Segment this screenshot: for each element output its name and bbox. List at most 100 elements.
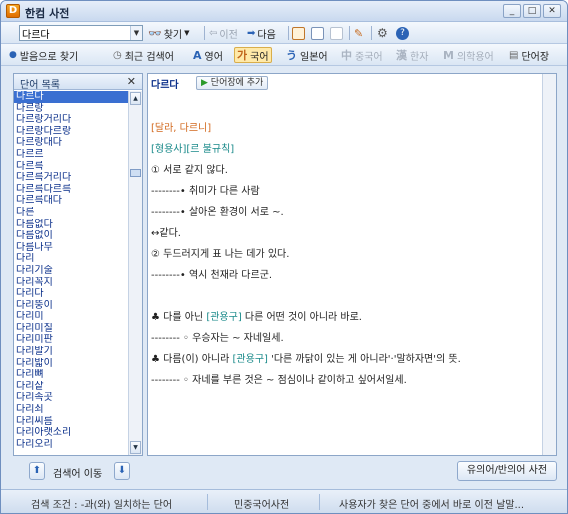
word-list-scrollbar[interactable]: ▲ ▼ — [128, 91, 142, 455]
word-list-item[interactable]: 다리미판 — [14, 334, 128, 346]
tab-label: 일본어 — [300, 51, 328, 63]
scroll-thumb[interactable] — [130, 169, 141, 177]
move-down-button[interactable]: ⬇ — [114, 462, 130, 480]
tab-label: 발음으로 찾기 — [19, 51, 79, 63]
entry-part-of-speech: [형용사][르 불규칙] — [151, 144, 235, 155]
word-list-item[interactable]: 다리씨름 — [14, 416, 128, 428]
word-list-item[interactable]: 다르다 — [14, 91, 128, 103]
tab-hanja[interactable]: 漢 한자 — [394, 47, 430, 63]
arrow-right-icon: ➡ — [247, 27, 256, 39]
word-list-item[interactable]: 다르랑 — [14, 103, 128, 115]
word-list-item[interactable]: 다리미질 — [14, 323, 128, 335]
word-list-item[interactable]: 다리밟이 — [14, 358, 128, 370]
word-list-item[interactable]: 다리쇠 — [14, 404, 128, 416]
hanja-icon: 漢 — [396, 49, 407, 62]
play-icon: ▶ — [201, 78, 208, 88]
chevron-down-icon[interactable]: ▼ — [130, 26, 142, 40]
word-list-item[interactable]: 다르랑거리다 — [14, 114, 128, 126]
word-list-item[interactable]: 다리뼈 — [14, 369, 128, 381]
tab-label: 영어 — [204, 51, 223, 63]
layout-button[interactable] — [292, 26, 305, 40]
next-button[interactable]: ➡ 다음 — [247, 26, 276, 41]
synonym-antonym-button[interactable]: 유의어/반의어 사전 — [457, 461, 557, 481]
tab-medical[interactable]: M 의학용어 — [441, 47, 496, 63]
word-list-item[interactable]: 다리오리 — [14, 439, 128, 451]
tab-vocabulary[interactable]: ▤ 단어장 — [507, 47, 551, 63]
word-list-item[interactable]: 다리 — [14, 253, 128, 265]
word-list-title: 단어 목록 — [20, 80, 60, 91]
split-view-button[interactable] — [311, 26, 324, 40]
prev-button[interactable]: ⇦ 이전 — [209, 26, 238, 41]
example-line: --------• 역시 천재라 다르군. — [151, 270, 273, 281]
clock-icon: ◷ — [113, 49, 122, 61]
tab-english[interactable]: A 영어 — [191, 47, 225, 63]
move-up-button[interactable]: ⬆ — [29, 462, 45, 480]
search-button-label: 찾기 — [163, 29, 183, 41]
chinese-icon: 中 — [341, 49, 352, 62]
word-list-item[interactable]: 다리뚱이 — [14, 300, 128, 312]
word-list-item[interactable]: 다르랑대다 — [14, 137, 128, 149]
word-list-item[interactable]: 다름없다 — [14, 219, 128, 231]
word-list-item[interactable]: 다르륵 — [14, 161, 128, 173]
definition-scrollbar[interactable] — [542, 74, 556, 455]
add-to-vocabulary-button[interactable]: ▶ 단어장에 추가 — [196, 76, 269, 90]
close-button[interactable]: ✕ — [543, 4, 561, 18]
scroll-up-icon[interactable]: ▲ — [130, 92, 141, 105]
arrow-down-icon: ⬇ — [117, 465, 127, 476]
split-view-icon — [311, 26, 324, 40]
vocabulary-icon: ▤ — [509, 49, 519, 61]
word-list-panel: 단어 목록 ✕ 다르다 다르랑 다르랑거리다 다르랑다르랑 다르랑대다 다르르 다르륵 다르륵… — [13, 73, 143, 456]
tab-chinese[interactable]: 中 중국어 — [339, 47, 385, 63]
help-button[interactable]: ? — [396, 26, 409, 40]
prev-button-label: 이전 — [219, 29, 238, 41]
tab-japanese[interactable]: う 일본어 — [284, 47, 330, 63]
scroll-down-icon[interactable]: ▼ — [130, 441, 141, 454]
korean-icon: 가 — [237, 49, 248, 62]
word-list-item[interactable]: 다름없이 — [14, 230, 128, 242]
word-list-item[interactable]: 다리꼭지 — [14, 277, 128, 289]
search-combobox[interactable]: ▼ — [19, 25, 143, 41]
word-list-item[interactable]: 다리기술 — [14, 265, 128, 277]
search-input[interactable] — [20, 26, 130, 40]
toolbar-divider — [371, 26, 372, 40]
pin-button[interactable]: ✎ — [354, 26, 363, 40]
chevron-down-icon[interactable]: ▼ — [184, 29, 189, 37]
word-list-item[interactable]: 다르륵다르륵 — [14, 184, 128, 196]
tab-pronunciation-search[interactable]: ● 발음으로 찾기 — [7, 47, 80, 63]
word-list-item[interactable]: 다르륵대다 — [14, 195, 128, 207]
maximize-button[interactable]: □ — [523, 4, 541, 18]
idiom-line: ♣ 다를 아닌 [관용구] 다른 어떤 것이 아니라 바로. — [151, 312, 362, 323]
word-list-item[interactable]: 다리다 — [14, 288, 128, 300]
word-list-item[interactable]: 다리샅 — [14, 381, 128, 393]
help-icon: ? — [396, 26, 409, 40]
settings-button[interactable]: ⚙ — [377, 26, 388, 40]
status-divider — [207, 494, 208, 510]
close-icon[interactable]: ✕ — [127, 75, 136, 88]
arrow-left-icon: ⇦ — [209, 27, 218, 39]
search-button[interactable]: 👓 찾기 ▼ — [148, 26, 190, 41]
word-list-item[interactable]: 다리속곳 — [14, 392, 128, 404]
word-list-item[interactable]: 다리미 — [14, 311, 128, 323]
copy-button[interactable] — [330, 26, 343, 40]
word-list-item[interactable]: 다리아랫소리 — [14, 427, 128, 439]
word-list-item[interactable]: 다름나무 — [14, 242, 128, 254]
word-list-item[interactable]: 다르랑다르랑 — [14, 126, 128, 138]
speaker-icon: ● — [9, 50, 17, 60]
word-list-item[interactable]: 다른 — [14, 207, 128, 219]
entry-headword: 다르다 — [151, 80, 179, 91]
word-list-item[interactable]: 다르르 — [14, 149, 128, 161]
word-list-item[interactable]: 다르륵거리다 — [14, 172, 128, 184]
tab-korean[interactable]: 가 국어 — [234, 47, 272, 63]
tab-label: 최근 검색어 — [124, 51, 174, 63]
binoculars-icon: 👓 — [148, 26, 162, 40]
minimize-button[interactable]: _ — [503, 4, 521, 18]
japanese-icon: う — [286, 49, 297, 62]
entry-pronunciation: [달라, 다르니] — [151, 123, 212, 134]
tab-recent-searches[interactable]: ◷ 최근 검색어 — [111, 47, 176, 63]
tab-label: 의학용어 — [456, 51, 494, 63]
tab-label: 국어 — [250, 51, 269, 63]
arrow-up-icon: ⬆ — [32, 465, 42, 476]
word-list-item[interactable]: 다리발기 — [14, 346, 128, 358]
status-bar: 검색 조건 : -과(와) 일치하는 단어 민중국어사전 사용자가 찾은 단어 … — [1, 489, 567, 513]
toolbar-divider — [288, 26, 289, 40]
